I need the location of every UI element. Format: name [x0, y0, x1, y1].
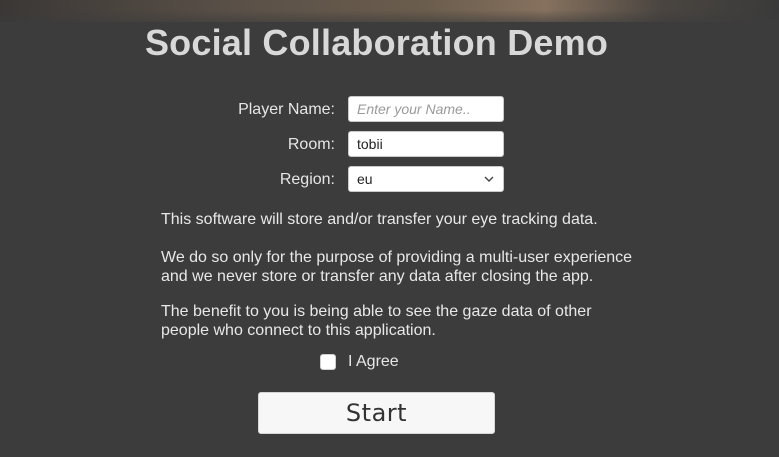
region-row: Region: eu — [0, 166, 779, 194]
region-selected-value: eu — [357, 171, 373, 187]
notice-paragraph-3: The benefit to you is being able to see … — [161, 302, 681, 340]
player-name-row: Player Name: — [0, 96, 779, 124]
room-input[interactable] — [348, 131, 504, 157]
notice-line: We do so only for the purpose of providi… — [161, 249, 633, 266]
page-title: Social Collaboration Demo — [144, 22, 609, 63]
notice-line: and we never store or transfer any data … — [161, 268, 594, 285]
notice-line: This software will store and/or transfer… — [161, 211, 598, 228]
region-select[interactable]: eu — [348, 166, 504, 192]
notice-paragraph-1: This software will store and/or transfer… — [161, 210, 681, 229]
start-button[interactable]: Start — [258, 392, 495, 434]
agree-checkbox[interactable] — [320, 354, 336, 370]
agree-label: I Agree — [348, 353, 399, 370]
player-name-label: Player Name: — [238, 101, 335, 118]
notice-paragraph-2: We do so only for the purpose of providi… — [161, 248, 681, 286]
chevron-down-icon — [483, 173, 495, 185]
room-row: Room: — [0, 131, 779, 159]
notice-line: people who connect to this application. — [161, 322, 436, 339]
region-label: Region: — [279, 171, 335, 188]
room-label: Room: — [287, 136, 335, 153]
notice-line: The benefit to you is being able to see … — [161, 303, 592, 320]
agree-row: I Agree — [320, 353, 399, 371]
player-name-input[interactable] — [348, 96, 504, 122]
